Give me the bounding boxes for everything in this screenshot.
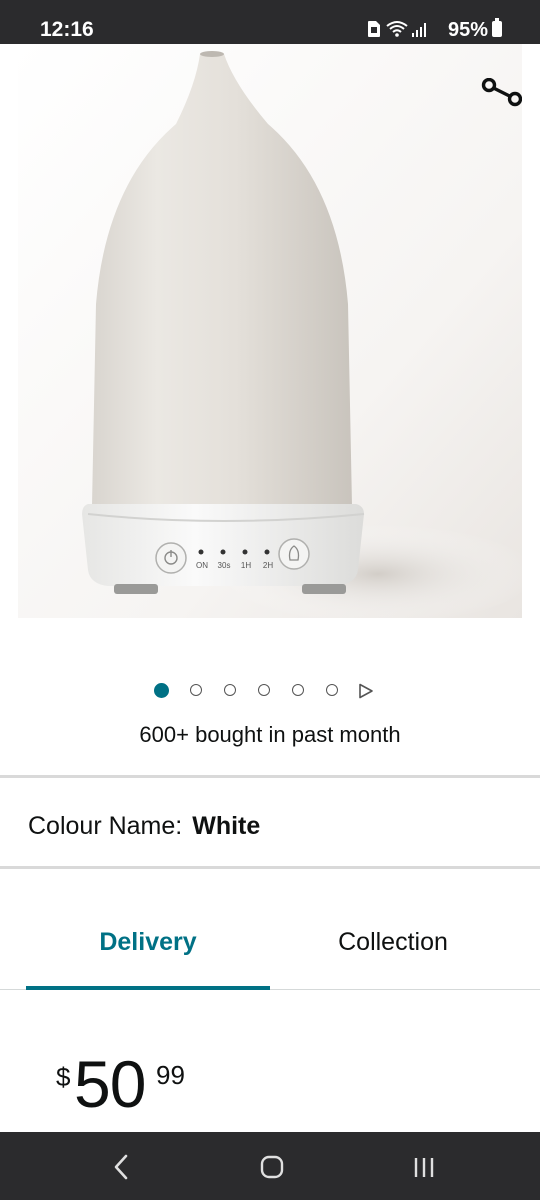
share-icon[interactable] — [480, 78, 522, 118]
section-divider — [0, 775, 540, 778]
device-label-30s: 30s — [218, 561, 231, 570]
status-time: 12:16 — [40, 18, 94, 41]
system-navigation-bar — [0, 1132, 540, 1200]
carousel-dot[interactable] — [326, 684, 338, 696]
tab-delivery[interactable]: Delivery — [26, 928, 270, 957]
delivery-collection-tabs: Delivery Collection — [0, 868, 540, 992]
wifi-icon — [386, 21, 408, 37]
active-tab-underline — [26, 986, 270, 990]
price-fraction: 99 — [156, 1060, 185, 1090]
home-icon[interactable] — [252, 1152, 292, 1182]
price-symbol: $ — [56, 1062, 71, 1092]
device-label-2h: 2H — [263, 561, 273, 570]
carousel-dot[interactable] — [190, 684, 202, 696]
device-label-on: ON — [196, 561, 208, 570]
carousel-dot[interactable] — [258, 684, 270, 696]
product-image[interactable]: ON 30s 1H 2H — [18, 44, 522, 618]
back-icon[interactable] — [102, 1152, 142, 1182]
signal-icon — [412, 23, 426, 37]
device-label-1h: 1H — [241, 561, 251, 570]
colour-label: Colour Name: — [28, 812, 183, 840]
battery-percentage: 95% — [447, 19, 488, 41]
tab-collection[interactable]: Collection — [272, 928, 514, 957]
colour-value: White — [192, 812, 261, 840]
colour-name-row: Colour Name: White — [28, 812, 260, 841]
battery-icon — [492, 18, 502, 37]
recents-icon[interactable] — [404, 1152, 444, 1182]
bought-in-past-month: 600+ bought in past month — [139, 722, 401, 747]
sim-icon — [368, 21, 380, 37]
status-icons: 95% — [352, 17, 502, 41]
carousel-dot[interactable] — [224, 684, 236, 696]
diffuser-illustration: ON 30s 1H 2H — [18, 44, 522, 618]
status-bar: 12:16 95% — [0, 0, 540, 44]
price-whole: 50 — [74, 1047, 146, 1121]
carousel-dot-active[interactable] — [154, 683, 169, 698]
play-triangle-icon[interactable] — [358, 683, 374, 699]
carousel-dot[interactable] — [292, 684, 304, 696]
